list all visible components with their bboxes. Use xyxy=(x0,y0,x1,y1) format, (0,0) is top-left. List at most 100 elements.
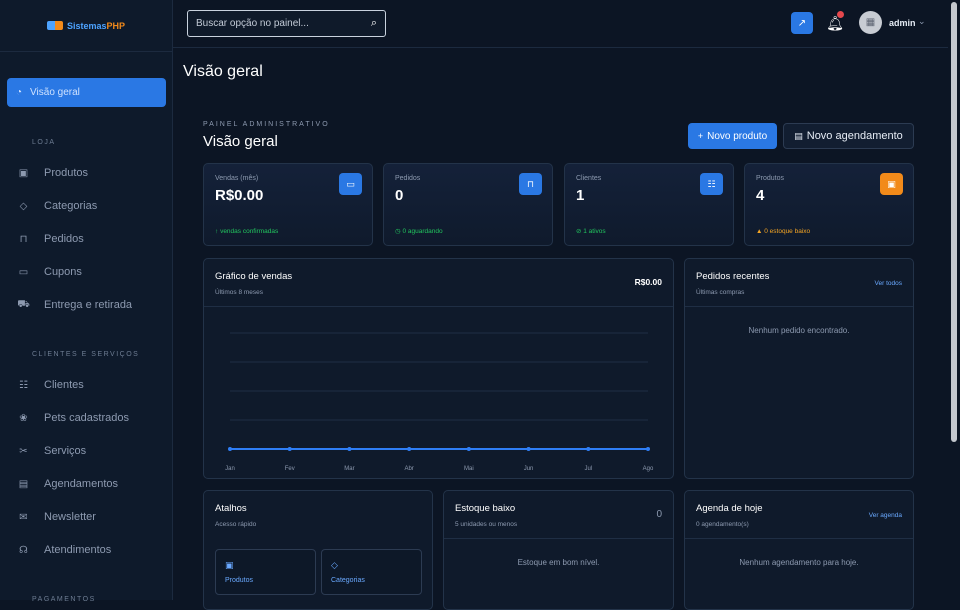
stat-subtext: ⊘ 1 ativos xyxy=(576,227,606,235)
sidebar-item-label: Atendimentos xyxy=(44,544,112,556)
x-tick-label: Mai xyxy=(464,466,474,472)
stat-subtext: ▲ 0 estoque baixo xyxy=(756,228,810,235)
card-subtitle: 0 agendamento(s) xyxy=(696,521,749,528)
sidebar-item-support[interactable]: ☊ Atendimentos xyxy=(17,542,111,558)
divider xyxy=(685,538,913,539)
data-point[interactable] xyxy=(228,447,232,451)
wallet-icon: ▭ xyxy=(339,173,362,195)
empty-message: Estoque em bom nível. xyxy=(517,558,600,567)
view-agenda-link[interactable]: Ver agenda xyxy=(869,512,902,519)
scrollbar[interactable] xyxy=(948,0,960,600)
scissors-icon: ✂ xyxy=(19,445,28,457)
data-point[interactable] xyxy=(526,447,531,451)
shortcuts-card: Atalhos Acesso rápido ▣ Produtos ◇ Categ… xyxy=(203,490,433,610)
avatar[interactable]: ▦ xyxy=(859,11,882,34)
sidebar-section-title: LOJA xyxy=(32,139,56,146)
new-product-button[interactable]: + Novo produto xyxy=(688,123,777,149)
brand-logo[interactable]: Sistemas PHP xyxy=(0,0,172,52)
card-title: Atalhos xyxy=(215,503,247,514)
tag-icon: ◇ xyxy=(19,200,28,212)
empty-message: Nenhum agendamento para hoje. xyxy=(739,558,859,567)
low-stock-card: Estoque baixo 5 unidades ou menos 0 Esto… xyxy=(443,490,674,610)
sidebar-item-newsletter[interactable]: ✉ Newsletter xyxy=(17,509,96,525)
scrollbar-thumb[interactable] xyxy=(951,2,957,442)
data-point[interactable] xyxy=(287,447,292,451)
divider xyxy=(444,538,673,539)
sidebar-item-pets[interactable]: ❀ Pets cadastrados xyxy=(17,410,129,426)
stat-card-orders: Pedidos 0 ⊓ ◷ 0 aguardando xyxy=(383,163,553,246)
card-title: Pedidos recentes xyxy=(696,271,770,282)
sidebar-item-services[interactable]: ✂ Serviços xyxy=(17,443,86,459)
shortcut-label: Categorias xyxy=(331,577,365,584)
box-icon: ▣ xyxy=(225,560,234,570)
bell-icon[interactable]: 🔔︎ xyxy=(824,11,846,34)
sidebar-item-overview[interactable]: ◔ Visão geral xyxy=(7,78,166,107)
sidebar-item-products[interactable]: ▣ Produtos xyxy=(17,165,88,181)
sales-total: R$0.00 xyxy=(634,277,662,287)
x-tick-label: Mar xyxy=(344,466,354,472)
x-tick-label: Jun xyxy=(524,466,534,472)
shortcut-categories[interactable]: ◇ Categorias xyxy=(321,549,422,595)
mail-icon: ✉ xyxy=(19,511,28,523)
sales-chart-card: Gráfico de vendas Últimos 8 meses R$0.00… xyxy=(203,258,674,479)
sidebar-item-label: Visão geral xyxy=(30,87,80,98)
new-schedule-button[interactable]: ▤ Novo agendamento xyxy=(783,123,914,149)
data-point[interactable] xyxy=(646,447,650,451)
chevron-down-icon[interactable]: ⌄ xyxy=(918,16,926,27)
x-tick-label: Fev xyxy=(285,466,295,472)
pie-chart-icon: ◔ xyxy=(16,87,23,98)
empty-message: Nenhum pedido encontrado. xyxy=(748,326,850,335)
stat-subtext: ↑ vendas confirmadas xyxy=(215,228,278,235)
stat-sub-label: vendas confirmadas xyxy=(220,228,279,235)
external-link-icon[interactable]: ↗ xyxy=(791,12,813,34)
sidebar-item-label: Categorias xyxy=(44,200,98,212)
sidebar-item-categories[interactable]: ◇ Categorias xyxy=(17,198,98,214)
users-icon: ☷ xyxy=(19,379,28,391)
page-kicker: PAINEL ADMINISTRATIVO xyxy=(203,121,330,128)
data-point[interactable] xyxy=(466,447,471,451)
box-icon: ▣ xyxy=(880,173,903,195)
stat-sub-label: 0 estoque baixo xyxy=(764,228,811,235)
sidebar-section-title: CLIENTES E SERVIÇOS xyxy=(32,351,140,358)
x-tick-label: Abr xyxy=(404,466,413,472)
divider xyxy=(685,306,913,307)
button-label: Novo agendamento xyxy=(806,130,903,142)
sidebar-item-coupons[interactable]: ▭ Cupons xyxy=(17,264,82,280)
bag-icon: ⊓ xyxy=(519,173,542,195)
card-title: Gráfico de vendas xyxy=(215,271,293,282)
search-input[interactable]: Buscar opção no painel... ⌕ xyxy=(187,10,386,37)
stat-card-clients: Clientes 1 ☷ ⊘ 1 ativos xyxy=(564,163,734,246)
topbar: Buscar opção no painel... ⌕ ↗ 🔔︎ ▦ admin… xyxy=(173,0,948,48)
card-subtitle: Últimas compras xyxy=(696,289,745,296)
sidebar-item-label: Agendamentos xyxy=(44,478,118,490)
calendar-icon: ▤ xyxy=(794,130,803,141)
data-point[interactable] xyxy=(407,447,412,451)
sales-line-chart: Jan Fev Mar Abr Mai Jun Jul Ago xyxy=(225,332,654,472)
card-title: Estoque baixo xyxy=(455,503,516,514)
sidebar-item-delivery[interactable]: ⛟ Entrega e retirada xyxy=(17,297,132,313)
tag-icon: ◇ xyxy=(331,560,338,570)
shortcut-label: Produtos xyxy=(225,577,254,584)
stat-card-products: Produtos 4 ▣ ▲ 0 estoque baixo xyxy=(744,163,914,246)
arrow-up-icon: ↑ xyxy=(215,228,219,235)
shortcut-products[interactable]: ▣ Produtos xyxy=(215,549,316,595)
logo-mark-icon xyxy=(46,21,63,30)
sidebar-item-schedules[interactable]: ▤ Agendamentos xyxy=(17,476,118,492)
warning-icon: ▲ xyxy=(756,228,763,235)
data-point[interactable] xyxy=(586,447,591,451)
bag-icon: ⊓ xyxy=(19,233,28,245)
data-point[interactable] xyxy=(347,447,352,451)
sidebar: Sistemas PHP ◔ Visão geral LOJA ▣ Produtos… xyxy=(0,0,173,603)
sidebar-item-orders[interactable]: ⊓ Pedidos xyxy=(17,231,84,247)
low-stock-count: 0 xyxy=(656,509,662,520)
search-icon[interactable]: ⌕ xyxy=(371,17,377,30)
view-all-orders-link[interactable]: Ver todos xyxy=(875,280,902,287)
today-agenda-card: Agenda de hoje 0 agendamento(s) Ver agen… xyxy=(684,490,914,610)
x-tick-label: Jan xyxy=(225,466,235,472)
stat-sub-label: 0 aguardando xyxy=(402,228,443,235)
sidebar-item-clients[interactable]: ☷ Clientes xyxy=(17,377,84,393)
notification-dot xyxy=(837,11,844,18)
user-name[interactable]: admin xyxy=(889,18,916,28)
card-subtitle: Acesso rápido xyxy=(215,521,257,528)
calendar-icon: ▤ xyxy=(18,478,29,490)
